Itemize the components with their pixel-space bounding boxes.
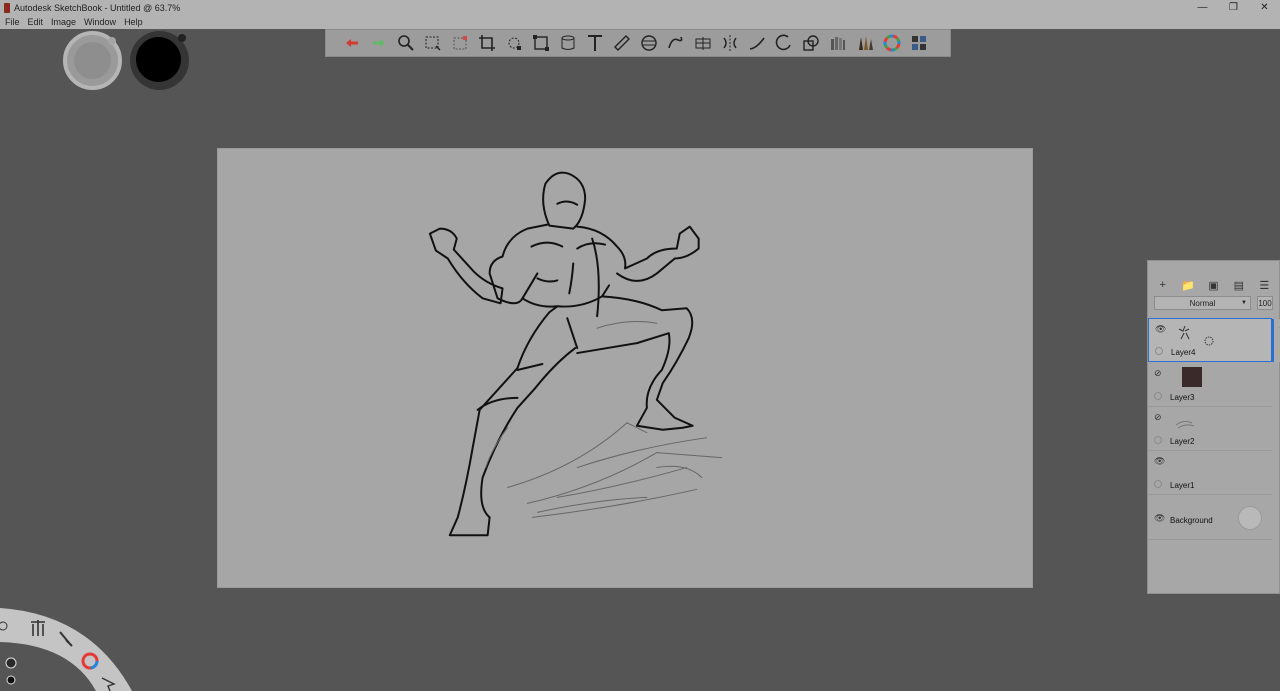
layer-thumbnail xyxy=(1175,420,1195,429)
current-color-swatch xyxy=(136,37,181,82)
circle-icon[interactable] xyxy=(770,31,797,55)
layer-radio[interactable] xyxy=(1155,347,1163,355)
layer-radio[interactable] xyxy=(1154,392,1162,400)
crop-icon[interactable] xyxy=(473,31,500,55)
minimize-icon[interactable]: — xyxy=(1187,0,1218,15)
transform-icon[interactable] xyxy=(500,31,527,55)
lagoon-color-swatch[interactable] xyxy=(6,675,16,685)
eye-icon[interactable]: 👁 xyxy=(1154,513,1165,524)
text-icon[interactable] xyxy=(581,31,608,55)
ellipse-guide-icon[interactable] xyxy=(635,31,662,55)
cylinder-icon[interactable] xyxy=(554,31,581,55)
layer-side-controls: ⇅ 🔒 xyxy=(1271,319,1280,362)
select-icon[interactable] xyxy=(419,31,446,55)
undo-icon[interactable] xyxy=(338,31,365,55)
layer-menu-icon[interactable]: ☰ xyxy=(1255,279,1273,292)
layer-name: Layer3 xyxy=(1170,393,1195,402)
lock-transparency-icon[interactable] xyxy=(1203,335,1215,347)
layer-name: Layer4 xyxy=(1171,348,1196,357)
layer-thumbnail xyxy=(1182,367,1202,387)
color-puck[interactable] xyxy=(130,31,189,90)
layer-radio[interactable] xyxy=(1154,436,1162,444)
zoom-icon[interactable] xyxy=(392,31,419,55)
sketch-drawing xyxy=(428,171,723,537)
lagoon-brush-icon[interactable] xyxy=(31,620,45,636)
add-group-icon[interactable]: 📁 xyxy=(1179,279,1197,292)
menu-edit[interactable]: Edit xyxy=(28,17,44,27)
layer-row-layer1[interactable]: 👁 Layer1 xyxy=(1148,451,1272,495)
copic-library-icon[interactable] xyxy=(824,31,851,55)
chevron-down-icon: ▼ xyxy=(1241,300,1247,306)
eye-icon[interactable]: 👁 xyxy=(1155,324,1166,335)
close-icon[interactable]: ✕ xyxy=(1249,0,1280,15)
layer-editor: + 📁 ▣ ▤ ☰ Normal ▼ 100 👁 Layer4 ⇅ 🔒 ⊘ Lay… xyxy=(1147,260,1280,594)
opacity-field[interactable]: 100 xyxy=(1257,296,1273,310)
title-bar: Autodesk SketchBook - Untitled @ 63.7% —… xyxy=(0,0,1280,15)
redo-icon[interactable] xyxy=(365,31,392,55)
french-curve-icon[interactable] xyxy=(662,31,689,55)
blend-mode-select[interactable]: Normal ▼ xyxy=(1154,296,1251,310)
app-icon xyxy=(4,2,10,13)
puck-handle[interactable] xyxy=(178,34,186,42)
lagoon-brush-size-icon[interactable] xyxy=(5,657,17,669)
eye-hidden-icon[interactable]: ⊘ xyxy=(1154,412,1162,423)
layer-row-layer2[interactable]: ⊘ Layer2 xyxy=(1148,407,1272,451)
shapes-icon[interactable] xyxy=(797,31,824,55)
ruler-icon[interactable] xyxy=(608,31,635,55)
window-title: Autodesk SketchBook - Untitled @ 63.7% xyxy=(14,2,181,13)
layer-row-background[interactable]: 👁 Background xyxy=(1148,496,1272,540)
layer-thumbnail xyxy=(1178,325,1190,340)
blend-mode-value: Normal xyxy=(1189,298,1216,308)
menu-bar: File Edit Image Window Help xyxy=(0,15,1280,29)
add-layer-icon[interactable]: + xyxy=(1154,279,1172,291)
color-wheel-icon[interactable] xyxy=(878,31,905,55)
add-image-icon[interactable]: ▣ xyxy=(1204,279,1222,292)
brush-library-icon[interactable] xyxy=(851,31,878,55)
symmetry-icon[interactable] xyxy=(716,31,743,55)
layer-row-layer4[interactable]: 👁 Layer4 ⇅ 🔒 xyxy=(1148,318,1280,362)
menu-image[interactable]: Image xyxy=(51,17,76,27)
curve-icon[interactable] xyxy=(743,31,770,55)
perspective-icon[interactable] xyxy=(689,31,716,55)
reorder-icon[interactable]: ⇅ xyxy=(1274,319,1280,340)
layer-name: Layer2 xyxy=(1170,437,1195,446)
eye-hidden-icon[interactable]: ⊘ xyxy=(1154,368,1162,379)
layer-radio[interactable] xyxy=(1154,480,1162,488)
lagoon-menu xyxy=(0,608,132,691)
menu-file[interactable]: File xyxy=(5,17,20,27)
lock-icon[interactable]: 🔒 xyxy=(1274,340,1280,361)
layer-name: Layer1 xyxy=(1170,481,1195,490)
main-toolbar xyxy=(325,29,951,57)
menu-window[interactable]: Window xyxy=(84,17,116,27)
background-color-swatch[interactable] xyxy=(1238,506,1262,530)
layer-toolbar: + 📁 ▣ ▤ ☰ xyxy=(1148,275,1279,295)
layer-name: Background xyxy=(1170,516,1213,525)
brush-sets-icon[interactable] xyxy=(905,31,932,55)
window-controls: — ❐ ✕ xyxy=(1187,0,1280,15)
distort-icon[interactable] xyxy=(527,31,554,55)
lasso-select-icon[interactable] xyxy=(446,31,473,55)
puck-handle[interactable] xyxy=(108,37,116,45)
drawing-canvas[interactable] xyxy=(217,148,1033,588)
blend-row: Normal ▼ 100 xyxy=(1148,296,1279,310)
restore-icon[interactable]: ❐ xyxy=(1218,0,1249,15)
eye-icon[interactable]: 👁 xyxy=(1154,456,1165,467)
brush-size-indicator xyxy=(74,42,111,79)
menu-help[interactable]: Help xyxy=(124,17,143,27)
brush-size-puck[interactable] xyxy=(63,31,122,90)
layer-row-layer3[interactable]: ⊘ Layer3 xyxy=(1148,363,1272,407)
merge-layer-icon[interactable]: ▤ xyxy=(1230,279,1248,292)
